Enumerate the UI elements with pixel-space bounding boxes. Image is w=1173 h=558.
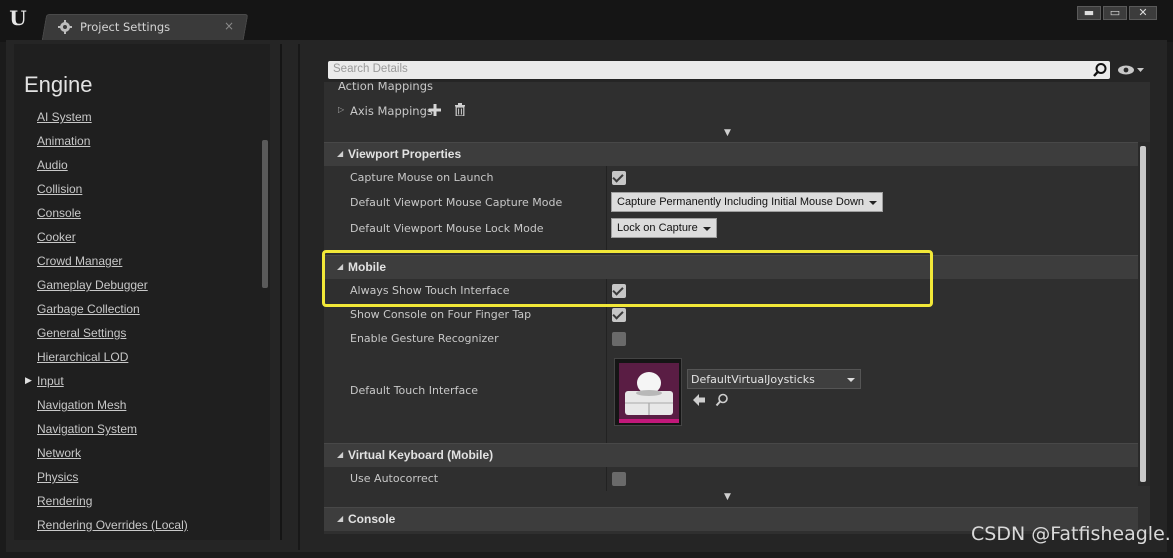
expanded-arrow-icon: ▶ <box>25 376 32 386</box>
search-placeholder: Search Details <box>333 63 408 75</box>
touch-interface-thumbnail[interactable] <box>614 358 682 426</box>
collapse-arrow-icon: ◢ <box>337 149 344 158</box>
collapse-arrow-icon: ◢ <box>337 514 344 523</box>
tab-close-icon[interactable]: × <box>224 19 234 33</box>
use-selected-arrow-icon[interactable] <box>692 393 706 407</box>
window-titlebar: U Project Settings × ▬ ▭ ✕ <box>0 0 1173 42</box>
collapse-arrow-icon: ◢ <box>337 450 344 459</box>
property-row-capture-mode: Default Viewport Mouse Capture Mode Capt… <box>324 190 1150 214</box>
delete-trash-icon[interactable] <box>454 103 466 116</box>
property-row-gesture: Enable Gesture Recognizer <box>324 327 1150 351</box>
property-row-lock-mode: Default Viewport Mouse Lock Mode Lock on… <box>324 216 1150 240</box>
sidebar-item-gameplay-debugger[interactable]: Gameplay Debugger <box>37 278 148 292</box>
sidebar-item-network[interactable]: Network <box>37 446 81 460</box>
sidebar-item-rendering[interactable]: Rendering <box>37 494 92 508</box>
sidebar-item-input[interactable]: Input <box>37 374 64 388</box>
sidebar-item-rendering-overrides[interactable]: Rendering Overrides (Local) <box>37 518 188 532</box>
property-label: Enable Gesture Recognizer <box>350 332 499 345</box>
close-button[interactable]: ✕ <box>1129 6 1157 20</box>
category-virtual-keyboard[interactable]: ◢ Virtual Keyboard (Mobile) <box>324 443 1138 467</box>
property-label: Capture Mouse on Launch <box>350 171 494 184</box>
panel-splitter[interactable] <box>298 44 300 550</box>
category-title: Console <box>348 512 396 526</box>
sidebar-item-cooker[interactable]: Cooker <box>37 230 76 244</box>
sidebar-scrollbar[interactable] <box>262 140 268 288</box>
sidebar-heading: Engine <box>24 72 93 97</box>
autocorrect-checkbox[interactable] <box>612 472 626 486</box>
unreal-logo-icon: U <box>9 6 27 30</box>
category-viewport-properties[interactable]: ◢ Viewport Properties <box>324 142 1138 166</box>
property-label: Default Touch Interface <box>350 384 479 397</box>
sidebar-item-hierarchical-lod[interactable]: Hierarchical LOD <box>37 350 128 364</box>
browse-search-icon[interactable] <box>715 393 729 407</box>
property-label: Default Viewport Mouse Capture Mode <box>350 196 563 209</box>
sidebar-item-console[interactable]: Console <box>37 206 81 220</box>
sidebar-item-crowd-manager[interactable]: Crowd Manager <box>37 254 122 268</box>
category-title: Viewport Properties <box>348 147 462 161</box>
search-icon <box>1093 63 1107 77</box>
sidebar-item-general-settings[interactable]: General Settings <box>37 326 126 340</box>
touch-interface-dropdown[interactable]: DefaultVirtualJoysticks <box>687 369 861 389</box>
settings-gear-icon <box>58 20 72 34</box>
sidebar-item-ai-system[interactable]: AI System <box>37 110 92 124</box>
minimize-button[interactable]: ▬ <box>1077 6 1101 20</box>
property-row-axis-mappings[interactable]: ▷ Axis Mappings <box>324 98 1150 122</box>
show-console-checkbox[interactable] <box>612 308 626 322</box>
sidebar-item-animation[interactable]: Animation <box>37 134 90 148</box>
details-scrollbar-thumb[interactable] <box>1140 146 1146 482</box>
add-icon[interactable] <box>429 104 441 116</box>
property-row-action-mappings[interactable]: Action Mappings <box>324 82 1150 98</box>
search-details-input[interactable]: Search Details <box>328 61 1110 79</box>
annotation-highlight-box <box>322 250 933 307</box>
details-panel: Action Mappings ▷ Axis Mappings ▼ ◢ View… <box>324 82 1150 534</box>
window-buttons: ▬ ▭ ✕ <box>1077 6 1157 20</box>
capture-mouse-checkbox[interactable] <box>612 171 626 185</box>
property-label: Axis Mappings <box>350 104 433 118</box>
sidebar-item-navigation-system[interactable]: Navigation System <box>37 422 137 436</box>
collapsed-arrow-icon: ▷ <box>338 105 345 114</box>
gesture-checkbox[interactable] <box>612 332 626 346</box>
expand-section-arrow-icon[interactable]: ▼ <box>724 492 731 502</box>
joystick-thumbnail-icon <box>619 363 679 423</box>
expand-section-arrow-icon[interactable]: ▼ <box>724 128 731 138</box>
sidebar-item-garbage-collection[interactable]: Garbage Collection <box>37 302 140 316</box>
settings-sidebar: Engine AI System Animation Audio Collisi… <box>14 44 282 540</box>
tab-label: Project Settings <box>80 20 171 34</box>
sidebar-item-collision[interactable]: Collision <box>37 182 82 196</box>
sidebar-item-physics[interactable]: Physics <box>37 470 78 484</box>
property-label: Action Mappings <box>338 82 434 93</box>
sidebar-item-audio[interactable]: Audio <box>37 158 68 172</box>
property-label: Use Autocorrect <box>350 472 439 485</box>
property-row-autocorrect: Use Autocorrect <box>324 467 1150 491</box>
view-options-eye-icon[interactable] <box>1117 64 1145 76</box>
sidebar-item-navigation-mesh[interactable]: Navigation Mesh <box>37 398 126 412</box>
sidebar-edge <box>280 44 282 540</box>
property-label: Show Console on Four Finger Tap <box>350 308 532 321</box>
property-label: Default Viewport Mouse Lock Mode <box>350 222 544 235</box>
lock-mode-dropdown[interactable]: Lock on Capture <box>611 218 717 238</box>
maximize-button[interactable]: ▭ <box>1103 6 1127 20</box>
watermark: CSDN @Fatfisheagle. <box>971 523 1171 545</box>
property-row-capture-mouse: Capture Mouse on Launch <box>324 166 1150 190</box>
tab-project-settings[interactable]: Project Settings × <box>58 17 238 37</box>
category-title: Virtual Keyboard (Mobile) <box>348 448 494 462</box>
capture-mode-dropdown[interactable]: Capture Permanently Including Initial Mo… <box>611 192 884 212</box>
